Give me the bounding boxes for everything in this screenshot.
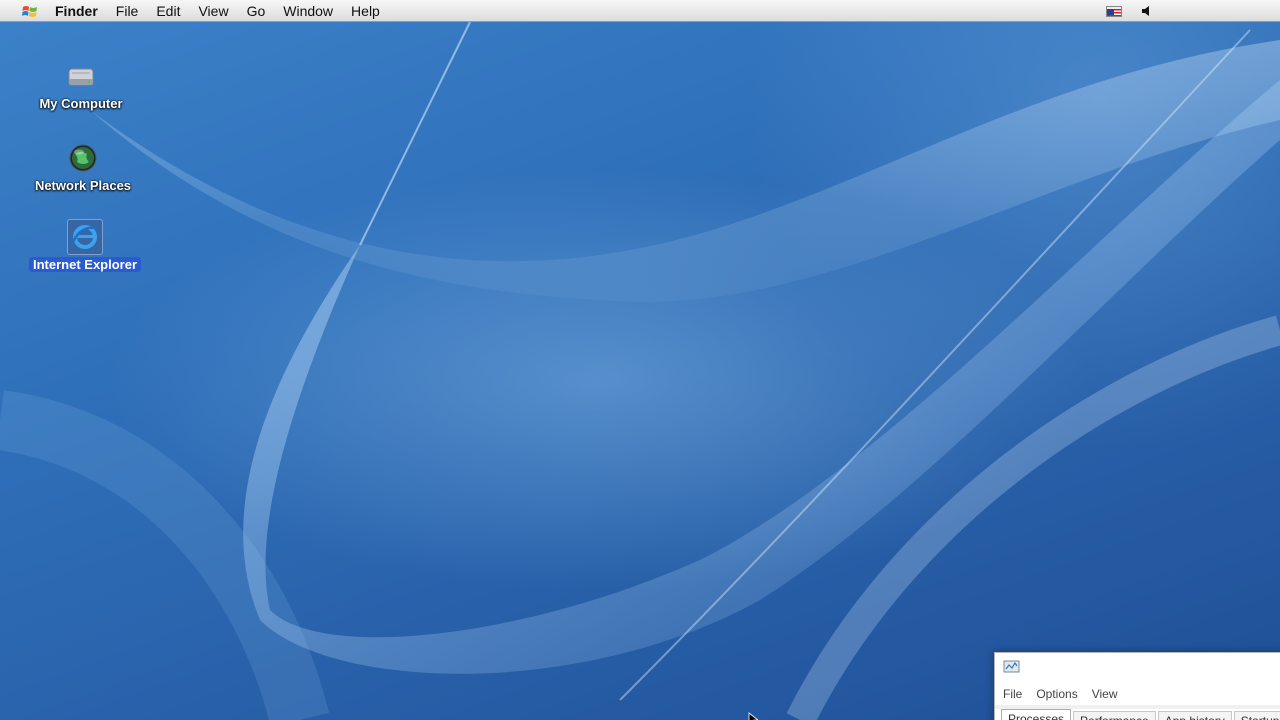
desktop-icon-label: Internet Explorer	[28, 257, 142, 272]
desktop-icon-label: Network Places	[34, 178, 132, 193]
task-manager-titlebar[interactable]	[995, 653, 1280, 683]
task-manager-window[interactable]: File Options View Processes Performance …	[994, 652, 1280, 720]
task-manager-tabs: Processes Performance App history Startu…	[995, 709, 1280, 720]
task-manager-menubar: File Options View	[995, 683, 1280, 705]
desktop-icon-network-places[interactable]: Network Places	[23, 140, 143, 193]
menu-view[interactable]: View	[189, 0, 237, 22]
speaker-volume-icon[interactable]	[1140, 4, 1154, 18]
network-globe-icon	[65, 140, 101, 176]
menu-help[interactable]: Help	[342, 0, 389, 22]
wallpaper-waves	[0, 21, 1280, 720]
tab-app-history[interactable]: App history	[1157, 711, 1232, 720]
hard-drive-icon	[63, 58, 99, 94]
tm-menu-options[interactable]: Options	[1036, 687, 1077, 701]
desktop-icon-my-computer[interactable]: My Computer	[21, 58, 141, 111]
tab-processes[interactable]: Processes	[1001, 709, 1072, 720]
menu-file[interactable]: File	[107, 0, 148, 22]
task-manager-icon	[1003, 659, 1021, 678]
tab-startup[interactable]: Startup	[1233, 711, 1280, 720]
mouse-cursor-icon	[748, 712, 759, 720]
us-flag-icon[interactable]	[1106, 5, 1122, 17]
tm-menu-file[interactable]: File	[1003, 687, 1022, 701]
desktop-icon-internet-explorer[interactable]: Internet Explorer	[25, 219, 145, 272]
menu-window[interactable]: Window	[274, 0, 342, 22]
desktop-icon-label: My Computer	[39, 96, 123, 111]
menu-bar: Finder File Edit View Go Window Help	[0, 0, 1280, 22]
tm-menu-view[interactable]: View	[1092, 687, 1118, 701]
windows-flag-logo-icon[interactable]	[19, 2, 41, 20]
tab-performance[interactable]: Performance	[1073, 711, 1156, 720]
menu-extras	[1106, 0, 1280, 22]
desktop-wallpaper	[0, 0, 1280, 720]
internet-explorer-icon	[67, 219, 103, 255]
menu-go[interactable]: Go	[238, 0, 275, 22]
menu-edit[interactable]: Edit	[147, 0, 189, 22]
menu-app-finder[interactable]: Finder	[55, 0, 107, 22]
